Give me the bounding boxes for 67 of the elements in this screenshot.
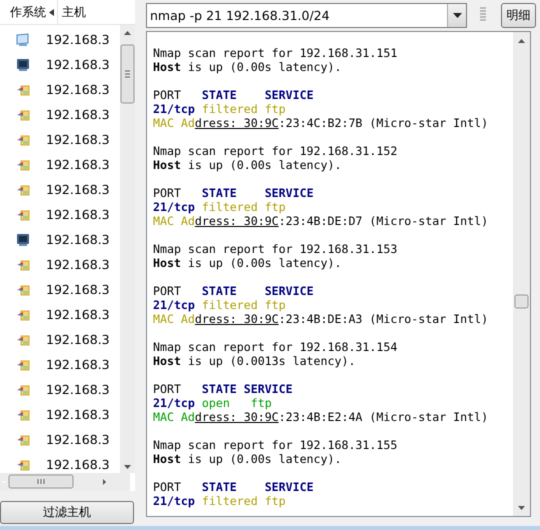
folder-shortcut-icon xyxy=(16,432,30,446)
output-line: Nmap scan report for 192.168.31.155 xyxy=(153,438,398,452)
output-line: Host is up (0.00s latency). xyxy=(153,158,342,172)
host-address[interactable]: 192.168.3 xyxy=(46,407,110,422)
output-line: PORT STATE SERVICE xyxy=(153,382,293,396)
output-line: MAC Address: 30:9C:23:4B:E2:4A (Micro-star Intl) xyxy=(153,410,488,424)
host-address[interactable]: 192.168.3 xyxy=(46,432,110,447)
dropdown-caret-icon xyxy=(452,12,462,18)
host-address[interactable]: 192.168.3 xyxy=(46,57,110,72)
monitor-icon xyxy=(16,58,30,72)
host-address[interactable]: 192.168.3 xyxy=(46,307,110,322)
output-line: PORT STATE SERVICE xyxy=(153,186,314,200)
host-address[interactable]: 192.168.3 xyxy=(46,357,110,372)
output-line: PORT STATE SERVICE xyxy=(153,88,314,102)
host-address[interactable]: 192.168.3 xyxy=(46,182,110,197)
folder-shortcut-icon xyxy=(16,282,30,296)
host-address[interactable]: 192.168.3 xyxy=(46,32,110,47)
folder-shortcut-icon xyxy=(16,108,30,122)
grip-icon xyxy=(480,7,486,23)
host-address[interactable]: 192.168.3 xyxy=(46,107,110,122)
output-line: MAC Address: 30:9C:23:4B:DE:D7 (Micro-star Intl) xyxy=(153,214,488,228)
folder-shortcut-icon xyxy=(16,382,30,396)
details-button[interactable]: 明细 xyxy=(501,2,536,28)
output-line: 21/tcp filtered ftp xyxy=(153,200,286,214)
output-line: PORT STATE SERVICE xyxy=(153,480,314,494)
output-line: PORT STATE SERVICE xyxy=(153,284,314,298)
monitor-icon xyxy=(16,232,30,246)
output-line: 21/tcp filtered ftp xyxy=(153,494,286,508)
host-address[interactable]: 192.168.3 xyxy=(46,232,110,247)
folder-shortcut-icon xyxy=(16,82,30,96)
folder-shortcut-icon xyxy=(16,132,30,146)
host-address[interactable]: 192.168.3 xyxy=(46,257,110,272)
monitor-icon xyxy=(16,32,30,46)
host-address[interactable]: 192.168.3 xyxy=(46,132,110,147)
output-line: Nmap scan report for 192.168.31.151 xyxy=(153,46,398,60)
output-line: MAC Address: 30:9C:23:4B:DE:A3 (Micro-star Intl) xyxy=(153,312,488,326)
output-line: Nmap scan report for 192.168.31.152 xyxy=(153,144,398,158)
host-address[interactable]: 192.168.3 xyxy=(46,457,110,472)
folder-shortcut-icon xyxy=(16,208,30,222)
output-line: Host is up (0.00s latency). xyxy=(153,256,342,270)
command-combobox[interactable]: nmap -p 21 192.168.31.0/24 xyxy=(146,2,467,28)
output-line: 21/tcp filtered ftp xyxy=(153,298,286,312)
folder-shortcut-icon xyxy=(16,408,30,422)
host-address[interactable]: 192.168.3 xyxy=(46,282,110,297)
output-line: Host is up (0.0013s latency). xyxy=(153,354,356,368)
host-address[interactable]: 192.168.3 xyxy=(46,382,110,397)
output-line: Host is up (0.00s latency). xyxy=(153,60,342,74)
output-line: Host is up (0.00s latency). xyxy=(153,452,342,466)
folder-shortcut-icon xyxy=(16,258,30,272)
folder-shortcut-icon xyxy=(16,332,30,346)
column-header[interactable]: 作系统 xyxy=(10,4,46,20)
host-address[interactable]: 192.168.3 xyxy=(46,207,110,222)
folder-shortcut-icon xyxy=(16,308,30,322)
host-address[interactable]: 192.168.3 xyxy=(46,157,110,172)
output-line: MAC Address: 30:9C:23:4C:B2:7B (Micro-star Intl) xyxy=(153,116,488,130)
output-line: 21/tcp filtered ftp xyxy=(153,102,286,116)
host-address[interactable]: 192.168.3 xyxy=(46,332,110,347)
filter-button[interactable]: 过滤主机 xyxy=(0,501,134,524)
folder-shortcut-icon xyxy=(16,458,30,472)
folder-shortcut-icon xyxy=(16,158,30,172)
output-line: Nmap scan report for 192.168.31.154 xyxy=(153,340,398,354)
folder-shortcut-icon xyxy=(16,182,30,196)
column-header[interactable]: 主机 xyxy=(62,4,86,20)
output-line: 21/tcp open ftp xyxy=(153,396,272,410)
host-address[interactable]: 192.168.3 xyxy=(46,82,110,97)
output-line: Nmap scan report for 192.168.31.153 xyxy=(153,242,398,256)
folder-shortcut-icon xyxy=(16,358,30,372)
